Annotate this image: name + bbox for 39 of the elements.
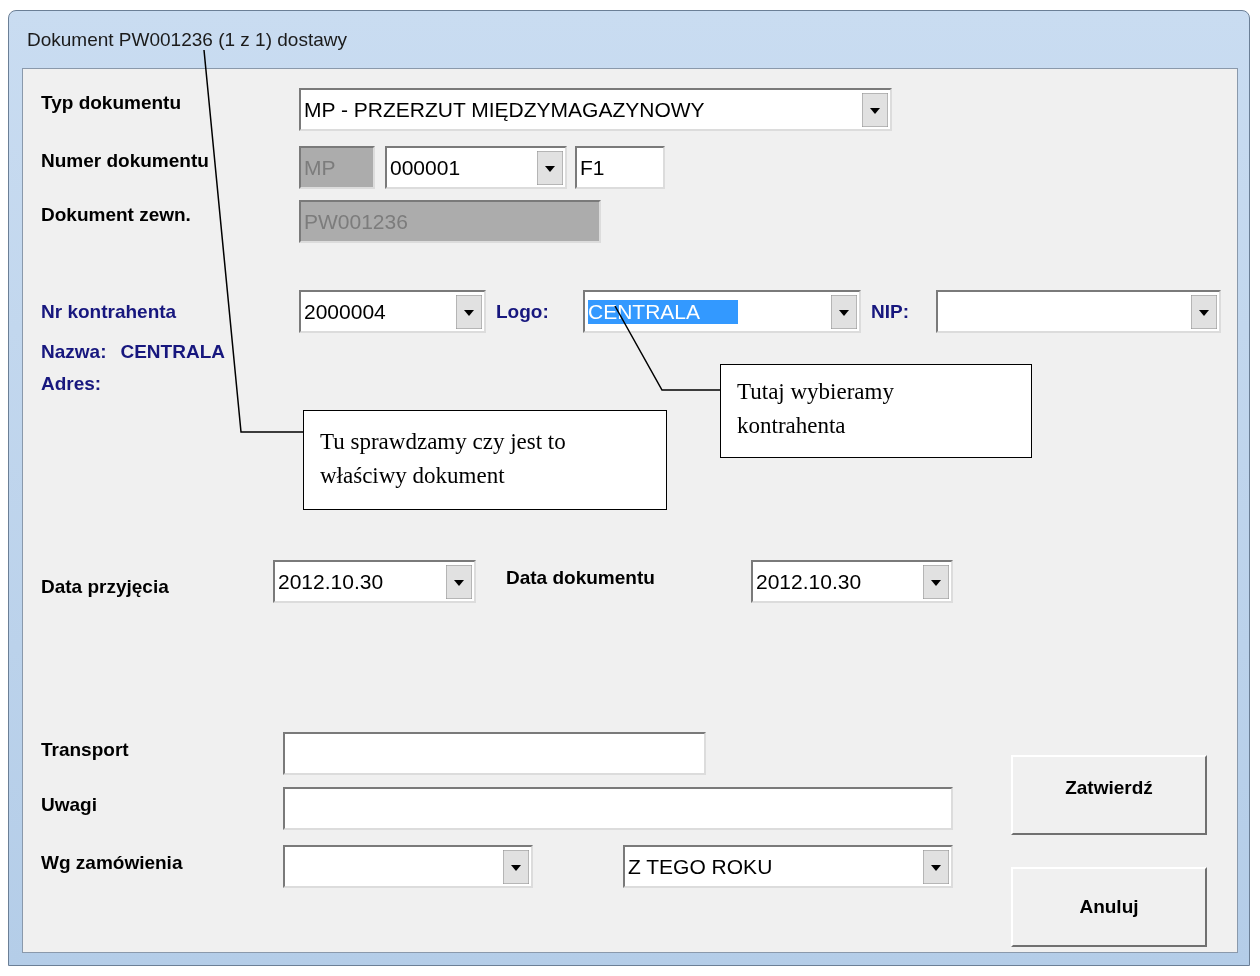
field-label: Nazwa: — [41, 341, 107, 363]
dropdown-field[interactable]: Z TEGO ROKU — [623, 845, 953, 888]
field-label: Data dokumentu — [506, 566, 656, 589]
dropdown-button[interactable] — [862, 92, 888, 127]
dialog-button[interactable]: Anuluj — [1011, 867, 1207, 947]
dropdown-field[interactable] — [936, 290, 1221, 333]
callout-note: Tu sprawdzamy czy jest to właściwy dokument — [303, 410, 667, 510]
text-field[interactable]: F1 — [575, 146, 665, 189]
dropdown-field[interactable]: 2000004 — [299, 290, 486, 333]
dropdown-button[interactable] — [831, 294, 857, 329]
dropdown-field[interactable]: 000001 — [385, 146, 567, 189]
dropdown-field[interactable]: 2012.10.30 — [751, 560, 953, 603]
dropdown-field[interactable]: 2012.10.30 — [273, 560, 476, 603]
field-label: Transport — [41, 738, 130, 761]
field-label: Nr kontrahenta — [41, 300, 178, 323]
dropdown-button[interactable] — [537, 150, 563, 185]
text-field[interactable] — [283, 787, 953, 830]
dropdown-field[interactable] — [283, 845, 533, 888]
dropdown-field[interactable]: MP - PRZERZUT MIĘDZYMAGAZYNOWY — [299, 88, 892, 131]
callout-note: Tutaj wybieramy kontrahenta — [720, 364, 1032, 458]
field-label: Logo: — [496, 300, 550, 323]
field-label: NIP: — [871, 300, 910, 323]
dropdown-button[interactable] — [446, 564, 472, 599]
field-label: Dokument zewn. — [41, 204, 192, 226]
field-label: Wg zamówienia — [41, 851, 184, 874]
field-label: Numer dokumentu — [41, 150, 210, 172]
window-title: Dokument PW001236 (1 z 1) dostawy — [27, 28, 347, 51]
dropdown-button[interactable] — [503, 849, 529, 884]
dropdown-button[interactable] — [456, 294, 482, 329]
field-label: Uwagi — [41, 793, 98, 816]
dropdown-button[interactable] — [923, 849, 949, 884]
text-field[interactable] — [283, 732, 706, 775]
dropdown-button[interactable] — [1191, 294, 1217, 329]
contractor-name: CENTRALA — [120, 341, 225, 363]
dialog-button[interactable]: Zatwierdź — [1011, 755, 1207, 835]
dropdown-button[interactable] — [923, 564, 949, 599]
field-label: Adres: — [41, 373, 102, 395]
field-label: Data przyjęcia — [41, 575, 170, 598]
field-label: Typ dokumentu — [41, 92, 183, 114]
